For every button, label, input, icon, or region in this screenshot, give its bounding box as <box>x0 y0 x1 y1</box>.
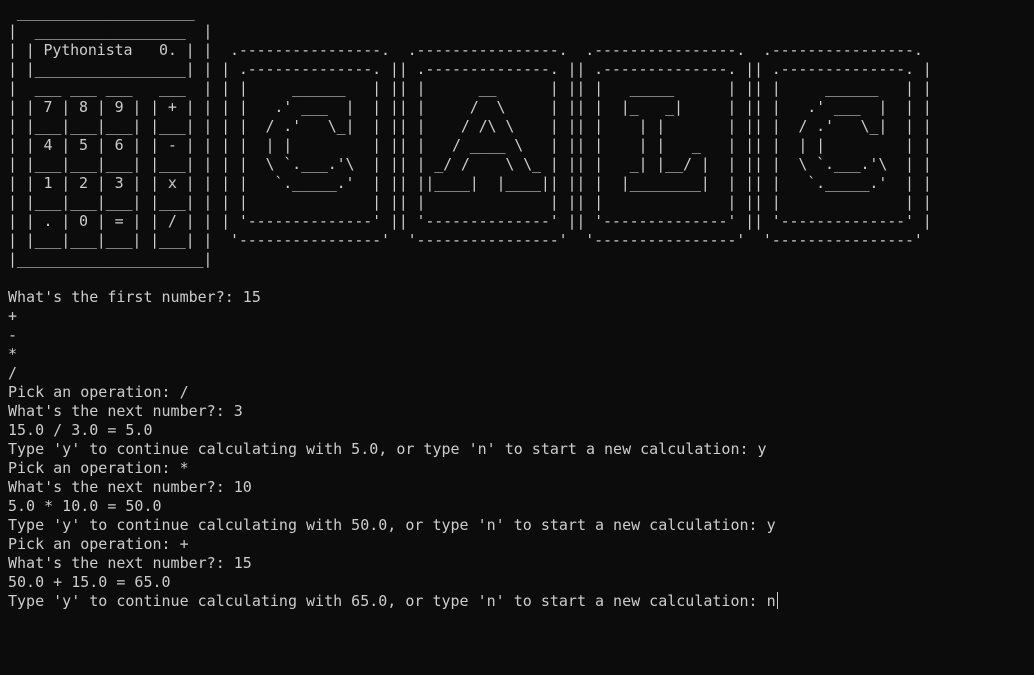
output-line: Pick an operation: + <box>8 535 189 553</box>
output-line: Type 'y' to continue calculating with 50… <box>8 516 776 534</box>
output-line: - <box>8 326 18 344</box>
current-input-text[interactable]: n <box>767 592 776 610</box>
banner-line: | ___ ___ ___ ___ | | | ______ | || | __… <box>8 79 932 97</box>
banner-line: |_____________________| <box>8 250 213 268</box>
output-history: What's the first number?: 15 + - * / Pick an … <box>8 288 778 592</box>
output-line: Type 'y' to continue calculating with 5.… <box>8 440 767 458</box>
output-line: Pick an operation: / <box>8 383 189 401</box>
banner-line: | |___|___|___| |___| | | | / .' \_| | |… <box>8 117 932 135</box>
banner-line: | | 1 | 2 | 3 | | x | | | | `._____.' | … <box>8 174 932 192</box>
banner-line: | |_________________| | | .-------------… <box>8 60 932 78</box>
output-line: * <box>8 345 18 363</box>
output-line: What's the next number?: 15 <box>8 554 252 572</box>
banner-line: | |___|___|___| |___| | | | | || | | || … <box>8 193 932 211</box>
terminal-window[interactable]: ____________________ | _________________ … <box>0 0 1034 675</box>
output-line: + <box>8 307 18 325</box>
banner-line: | | 4 | 5 | 6 | | - | | | | | | | || | /… <box>8 136 932 154</box>
output-line: Pick an operation: * <box>8 459 189 477</box>
banner-line: | |___|___|___| |___| | '---------------… <box>8 231 923 249</box>
current-prompt: Type 'y' to continue calculating with 65… <box>8 592 767 610</box>
output-line: / <box>8 364 18 382</box>
output-line: 5.0 * 10.0 = 50.0 <box>8 497 162 515</box>
ascii-calc-banner: ____________________ | _________________ … <box>8 3 932 269</box>
banner-line: | |___|___|___| |___| | | | \ `.___.'\ |… <box>8 155 932 173</box>
banner-line: | | 7 | 8 | 9 | | + | | | | .' ___ | | |… <box>8 98 932 116</box>
current-input-line[interactable]: Type 'y' to continue calculating with 65… <box>8 592 778 611</box>
output-line: 15.0 / 3.0 = 5.0 <box>8 421 153 439</box>
banner-line: | | Pythonista 0. | | .----------------.… <box>8 41 923 59</box>
banner-line: | _________________ | <box>8 22 213 40</box>
output-line: What's the first number?: 15 <box>8 288 261 306</box>
text-cursor <box>776 592 778 609</box>
output-line: What's the next number?: 3 <box>8 402 243 420</box>
output-line: 50.0 + 15.0 = 65.0 <box>8 573 171 591</box>
banner-line: ____________________ <box>8 3 195 21</box>
output-line: What's the next number?: 10 <box>8 478 252 496</box>
terminal-output: What's the first number?: 15 + - * / Pick an … <box>8 288 778 611</box>
banner-line: | | . | 0 | = | | / | | | '-------------… <box>8 212 932 230</box>
